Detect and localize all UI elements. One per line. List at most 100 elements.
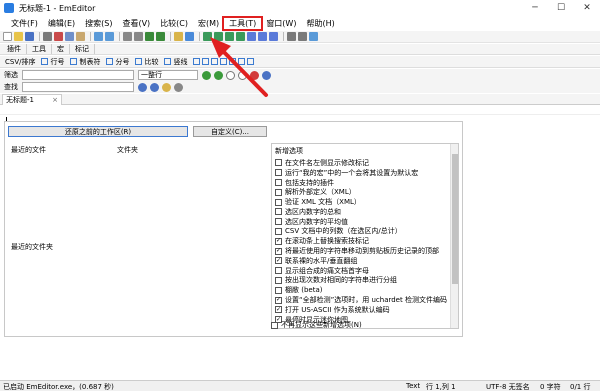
document-tab[interactable]: 无标题-1 × xyxy=(2,94,62,105)
menu-search[interactable]: 搜索(S) xyxy=(80,18,117,29)
tsv-mode-icon[interactable] xyxy=(214,32,223,41)
tab-macros[interactable]: 宏 xyxy=(52,44,70,54)
checked-checkbox-icon[interactable]: ✓ xyxy=(275,247,282,255)
window-list-icon[interactable] xyxy=(309,32,318,41)
paste-icon[interactable] xyxy=(76,32,85,41)
wrap-icon[interactable] xyxy=(269,32,278,41)
filter-input[interactable] xyxy=(22,70,134,80)
grid-icon[interactable] xyxy=(238,58,246,65)
find-icon[interactable] xyxy=(123,32,132,41)
option-item[interactable]: 验证 XML 文档（XML） xyxy=(272,197,458,207)
menu-view[interactable]: 查看(V) xyxy=(117,18,155,29)
checked-checkbox-icon[interactable]: ✓ xyxy=(275,257,282,265)
undo-icon[interactable] xyxy=(94,32,103,41)
highlight-icon[interactable] xyxy=(174,32,183,41)
find-in-files-icon[interactable] xyxy=(156,32,165,41)
split-window-icon[interactable] xyxy=(236,32,245,41)
find-options-icon[interactable] xyxy=(174,82,183,92)
tab-tools[interactable]: 工具 xyxy=(27,44,52,54)
menu-tools[interactable]: 工具(T) xyxy=(222,15,264,31)
filter-case-icon[interactable] xyxy=(238,70,247,80)
pipe-separator-button[interactable]: 竖线 xyxy=(161,57,190,67)
option-item[interactable]: ✓ 设置“全部检测”选项时，用 uchardet 检测文件编码 xyxy=(272,295,458,305)
grid-icon[interactable] xyxy=(229,58,237,65)
menu-help[interactable]: 帮助(H) xyxy=(301,18,339,29)
redo-icon[interactable] xyxy=(105,32,114,41)
menu-window[interactable]: 窗口(W) xyxy=(261,18,301,29)
outline-icon[interactable] xyxy=(247,32,256,41)
print-icon[interactable] xyxy=(43,32,52,41)
grid-icon[interactable] xyxy=(202,58,210,65)
replace-icon[interactable] xyxy=(145,32,154,41)
menu-macros[interactable]: 宏(M) xyxy=(193,18,224,29)
recent-folders-list[interactable] xyxy=(8,252,267,330)
checked-checkbox-icon[interactable]: ✓ xyxy=(275,237,282,245)
option-item[interactable]: 棚敝 (beta) xyxy=(272,285,458,295)
option-item[interactable]: 在文件名左侧显示修改标记 xyxy=(272,158,458,168)
find-next-icon[interactable] xyxy=(134,32,143,41)
checked-checkbox-icon[interactable]: ✓ xyxy=(275,306,282,314)
option-item[interactable]: ✓ 打开 US-ASCII 作为系统默认编码 xyxy=(272,305,458,315)
checkbox-icon[interactable] xyxy=(275,218,282,226)
option-item[interactable]: 运行“我的宏”中的一个会将其设置为默认宏 xyxy=(272,168,458,178)
option-item[interactable]: CSV 文档中的列数（在选区内/总计） xyxy=(272,227,458,237)
bookmark-icon[interactable] xyxy=(258,32,267,41)
new-file-icon[interactable] xyxy=(3,32,12,41)
find-highlight-icon[interactable] xyxy=(162,82,171,92)
checkbox-icon[interactable] xyxy=(275,267,282,275)
option-item[interactable]: ✓ 联系裸的水平/垂直翻组 xyxy=(272,256,458,266)
restore-workspace-button[interactable]: 还原之前的工作区(R) xyxy=(8,126,188,137)
tab-separator-button[interactable]: 制表符 xyxy=(67,57,103,67)
grid-icon[interactable] xyxy=(211,58,219,65)
option-item[interactable]: 包括支持的插件 xyxy=(272,178,458,188)
open-folder-icon[interactable] xyxy=(14,32,23,41)
option-item[interactable]: ✓ 将最近使用的字符串移动到剪贴板历史记录的顶部 xyxy=(272,246,458,256)
column-mode-icon[interactable] xyxy=(225,32,234,41)
tab-markers[interactable]: 标记 xyxy=(70,44,95,54)
tab-plugins[interactable]: 插件 xyxy=(2,44,27,54)
checkbox-icon[interactable] xyxy=(275,286,282,294)
checkbox-icon[interactable] xyxy=(271,321,278,329)
compare-button[interactable]: 比较 xyxy=(132,57,161,67)
grid-icon[interactable] xyxy=(220,58,228,65)
filter-options-icon[interactable] xyxy=(262,70,271,80)
maximize-button[interactable]: ☐ xyxy=(548,0,574,16)
status-cursor-position[interactable]: 行 1,列 1 xyxy=(426,382,456,391)
dont-show-options-checkbox[interactable]: 不再显示这些新增选项(N) xyxy=(271,320,362,330)
option-item[interactable]: 解析外部定义（XML） xyxy=(272,187,458,197)
checkbox-icon[interactable] xyxy=(275,188,282,196)
line-number-button[interactable]: 行号 xyxy=(38,57,67,67)
option-item[interactable]: 选区内数字的总和 xyxy=(272,207,458,217)
cut-icon[interactable] xyxy=(54,32,63,41)
checkbox-icon[interactable] xyxy=(275,159,282,167)
status-file-type[interactable]: Text xyxy=(406,382,420,390)
csv-sort-button[interactable]: CSV/排序 xyxy=(2,57,38,67)
grid-icon[interactable] xyxy=(193,58,201,65)
checkbox-icon[interactable] xyxy=(275,208,282,216)
minimize-button[interactable]: ─ xyxy=(522,0,548,16)
checkbox-icon[interactable] xyxy=(275,276,282,284)
customize-button[interactable]: 自定义(C)... xyxy=(193,126,267,137)
checkbox-icon[interactable] xyxy=(275,198,282,206)
settings-icon[interactable] xyxy=(287,32,296,41)
find-previous-icon[interactable] xyxy=(138,82,147,92)
menu-edit[interactable]: 编辑(E) xyxy=(43,18,80,29)
filter-scope-select[interactable]: 一整行 xyxy=(138,70,198,80)
filter-apply-icon[interactable] xyxy=(202,70,211,80)
csv-mode-icon[interactable] xyxy=(203,32,212,41)
checkbox-icon[interactable] xyxy=(275,178,282,186)
option-item[interactable]: ✓ 在滚动条上替换搜索技标记 xyxy=(272,236,458,246)
options-scrollbar[interactable] xyxy=(450,144,458,328)
checkbox-icon[interactable] xyxy=(275,169,282,177)
status-encoding[interactable]: UTF-8 无签名 xyxy=(486,382,530,391)
filter-regex-icon[interactable] xyxy=(250,70,259,80)
semicolon-button[interactable]: 分号 xyxy=(103,57,132,67)
copy-icon[interactable] xyxy=(65,32,74,41)
customize-icon[interactable] xyxy=(298,32,307,41)
option-item[interactable]: 按出现次数对相同的字符串进行分组 xyxy=(272,276,458,286)
menu-file[interactable]: 文件(F) xyxy=(6,18,43,29)
filter-icon[interactable] xyxy=(185,32,194,41)
grid-icon[interactable] xyxy=(247,58,255,65)
filter-next-icon[interactable] xyxy=(214,70,223,80)
scrollbar-thumb[interactable] xyxy=(452,154,458,284)
